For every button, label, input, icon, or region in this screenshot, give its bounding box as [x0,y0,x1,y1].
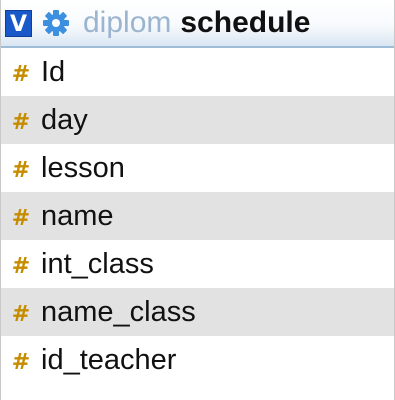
column-name[interactable]: name [41,201,114,231]
table-header[interactable]: V diplom schedule [1,0,394,48]
hash-icon: # [11,254,31,279]
database-name[interactable]: diplom [83,8,171,38]
column-row[interactable]: # day [1,96,394,144]
hash-icon: # [11,302,31,327]
hash-icon: # [11,206,31,231]
column-name[interactable]: name_class [41,297,196,327]
column-row[interactable]: # name_class [1,288,394,336]
column-name[interactable]: day [41,105,88,135]
column-name[interactable]: Id [41,57,65,87]
column-name[interactable]: id_teacher [41,345,176,375]
hash-icon: # [11,350,31,375]
column-name[interactable]: lesson [41,153,125,183]
column-row[interactable]: # lesson [1,144,394,192]
column-row[interactable]: # int_class [1,240,394,288]
column-list: # Id # day # lesson # name # int_class #… [1,48,394,384]
column-name[interactable]: int_class [41,249,154,279]
column-row[interactable]: # id_teacher [1,336,394,384]
table-card[interactable]: V diplom schedule # Id # day # lesson # … [0,0,395,400]
table-name[interactable]: schedule [180,8,310,38]
hash-icon: # [11,62,31,87]
gear-icon[interactable] [41,8,71,38]
column-row[interactable]: # Id [1,48,394,96]
collapse-toggle-icon[interactable]: V [5,9,32,37]
column-row[interactable]: # name [1,192,394,240]
hash-icon: # [11,110,31,135]
hash-icon: # [11,158,31,183]
